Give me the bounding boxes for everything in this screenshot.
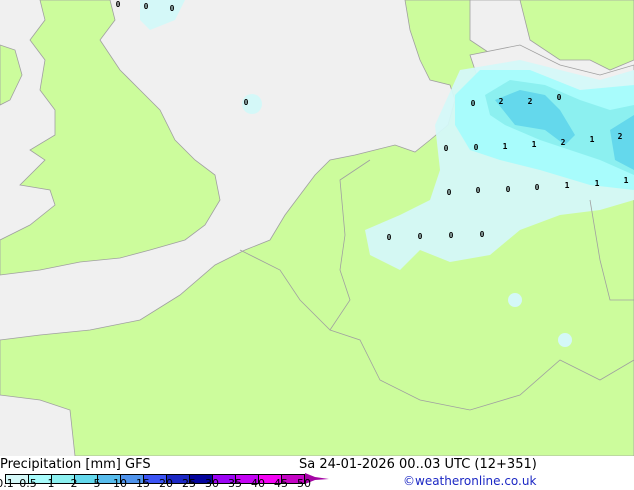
value-label: 0 [144, 2, 149, 11]
scale-tick-label: 30 [205, 477, 219, 490]
scale-tick-label: 45 [274, 477, 288, 490]
precipitation-map: 0 0 0 0 0 2 2 0 0 0 1 1 2 1 2 0 0 0 0 1 1 1 0 0 0 0 [0, 0, 634, 456]
value-label: 0 [244, 98, 249, 107]
value-label: 1 [503, 142, 508, 151]
legend-title: Precipitation [mm] GFS [0, 457, 151, 472]
value-label: 0 [449, 231, 454, 240]
scale-tick-label: 2 [70, 477, 78, 490]
scale-tick-label: 0.5 [19, 477, 37, 490]
value-label: 1 [532, 140, 537, 149]
scale-tick-label: 20 [159, 477, 173, 490]
value-label: 0 [447, 188, 452, 197]
scale-tick-label: 40 [251, 477, 265, 490]
value-label: 2 [561, 138, 566, 147]
value-label: 0 [557, 93, 562, 102]
value-label: 1 [590, 135, 595, 144]
scale-tick-label: 5 [93, 477, 101, 490]
weather-map-view: 00000220001121200001110000 Precipitation… [0, 0, 634, 490]
value-label: 0 [480, 230, 485, 239]
value-label: 0 [474, 143, 479, 152]
value-label: 1 [624, 176, 629, 185]
scale-tick-label: 10 [113, 477, 127, 490]
value-label: 0 [418, 232, 423, 241]
value-label: 0 [170, 4, 175, 13]
value-label: 0 [471, 99, 476, 108]
legend: Precipitation [mm] GFS Sa 24-01-2026 00.… [0, 456, 634, 490]
scale-tick-label: 25 [182, 477, 196, 490]
value-label: 1 [565, 181, 570, 190]
value-label: 0 [387, 233, 392, 242]
value-label: 0 [476, 186, 481, 195]
value-label: 1 [595, 179, 600, 188]
value-label: 0 [444, 144, 449, 153]
value-label: 2 [618, 132, 623, 141]
value-label: 0 [116, 0, 121, 9]
scale-tick-label: 50 [297, 477, 311, 490]
scale-tick-label: 0.1 [0, 477, 14, 490]
scale-tick-label: 1 [47, 477, 55, 490]
credit-link[interactable]: ©weatheronline.co.uk [403, 474, 536, 488]
scale-tick-label: 15 [136, 477, 150, 490]
value-label: 2 [528, 97, 533, 106]
value-label: 0 [535, 183, 540, 192]
value-label: 0 [506, 185, 511, 194]
value-label: 2 [499, 97, 504, 106]
datetime-label: Sa 24-01-2026 00..03 UTC (12+351) [299, 457, 537, 472]
scale-tick-label: 35 [228, 477, 242, 490]
